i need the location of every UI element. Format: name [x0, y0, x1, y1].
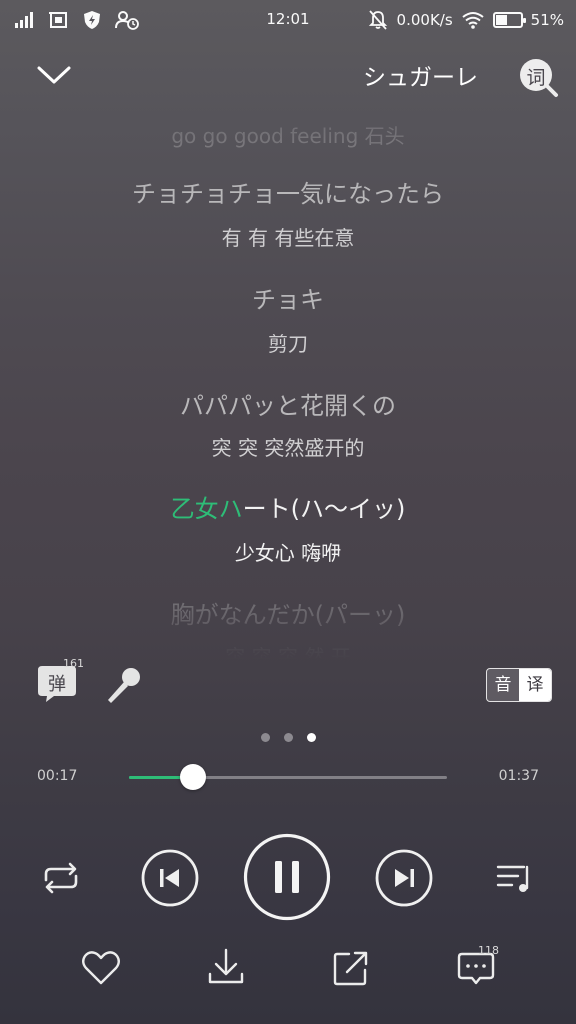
lyrics-search-label: 词: [526, 67, 546, 89]
battery-icon: [492, 12, 526, 28]
current-lyric-rest: ート(ハ〜イッ): [242, 495, 406, 523]
playlist-icon: [496, 865, 529, 892]
microphone-icon: [108, 668, 140, 703]
total-time: 01:37: [498, 768, 539, 784]
playlist-button[interactable]: [494, 858, 536, 898]
lyric-line: 胸がなんだか(パーッ): [170, 601, 406, 629]
lyrics-panel[interactable]: go go good feeling 石头 チョチョチョ一気になったら 有 有 …: [0, 112, 576, 660]
player-header: シュガーレ 词: [0, 42, 576, 108]
current-lyric-line: 乙女ハート(ハ〜イッ): [0, 489, 576, 524]
pause-icon: [243, 833, 331, 921]
page-dot: [283, 733, 293, 742]
battery-level: [495, 15, 507, 25]
pause-button[interactable]: [243, 833, 331, 921]
comment-count: 118: [478, 944, 499, 957]
lyric-translation: 剪刀: [268, 332, 308, 356]
lyric-mode-toggle[interactable]: 音 译: [486, 668, 552, 702]
danmu-label: 弹: [48, 674, 66, 695]
repeat-button[interactable]: [38, 858, 84, 898]
download-button[interactable]: [205, 946, 247, 988]
heart-icon: [82, 951, 120, 985]
share-button[interactable]: [331, 948, 371, 988]
lyric-line: チョキ: [252, 286, 324, 314]
previous-icon: [141, 849, 199, 907]
status-bar: 12:01 0.00K/s 51%: [0, 0, 576, 42]
current-lyric-highlight: 乙女ハ: [170, 495, 243, 523]
song-title: シュガーレ: [363, 65, 478, 91]
next-button[interactable]: [375, 849, 433, 907]
lyric-line: チョチョチョ一気になったら: [132, 180, 444, 208]
progress-bar[interactable]: [129, 764, 447, 790]
page-dot: [260, 733, 270, 742]
chevron-down-icon: [37, 66, 71, 84]
download-icon: [208, 948, 244, 984]
current-time: 00:17: [37, 768, 78, 784]
status-right-icons: 0.00K/s 51%: [367, 8, 564, 32]
network-speed: 0.00K/s: [396, 11, 453, 29]
mute-bell-icon: [368, 10, 387, 30]
pinyin-toggle[interactable]: 音: [487, 669, 519, 701]
repeat-icon: [44, 862, 78, 894]
danmu-button[interactable]: 弹: [36, 664, 78, 704]
next-icon: [375, 849, 433, 907]
collapse-button[interactable]: [30, 56, 78, 96]
lyrics-search-button[interactable]: 词: [516, 56, 564, 100]
lyric-translation: 有 有 有些在意: [221, 226, 355, 250]
danmu-count: 161: [63, 657, 84, 670]
lyric-line: パパパッと花開くの: [180, 392, 396, 420]
battery-percent: 51%: [530, 11, 564, 29]
previous-button[interactable]: [141, 849, 199, 907]
microphone-button[interactable]: [102, 664, 144, 706]
page-indicator: [0, 733, 576, 742]
like-button[interactable]: [80, 948, 122, 988]
progress-thumb[interactable]: [179, 764, 206, 790]
lyric-translation: 突 突 突然盛开的: [211, 436, 365, 460]
page-dot: [306, 733, 316, 742]
translate-toggle[interactable]: 译: [519, 669, 551, 701]
current-lyric-translation: 少女心 嗨咿: [234, 541, 342, 565]
share-icon: [333, 951, 368, 986]
wifi-icon: [462, 12, 484, 29]
lyric-translation: 突 突 突 然 开: [225, 645, 351, 660]
lyric-line: go go good feeling 石头: [171, 124, 405, 148]
